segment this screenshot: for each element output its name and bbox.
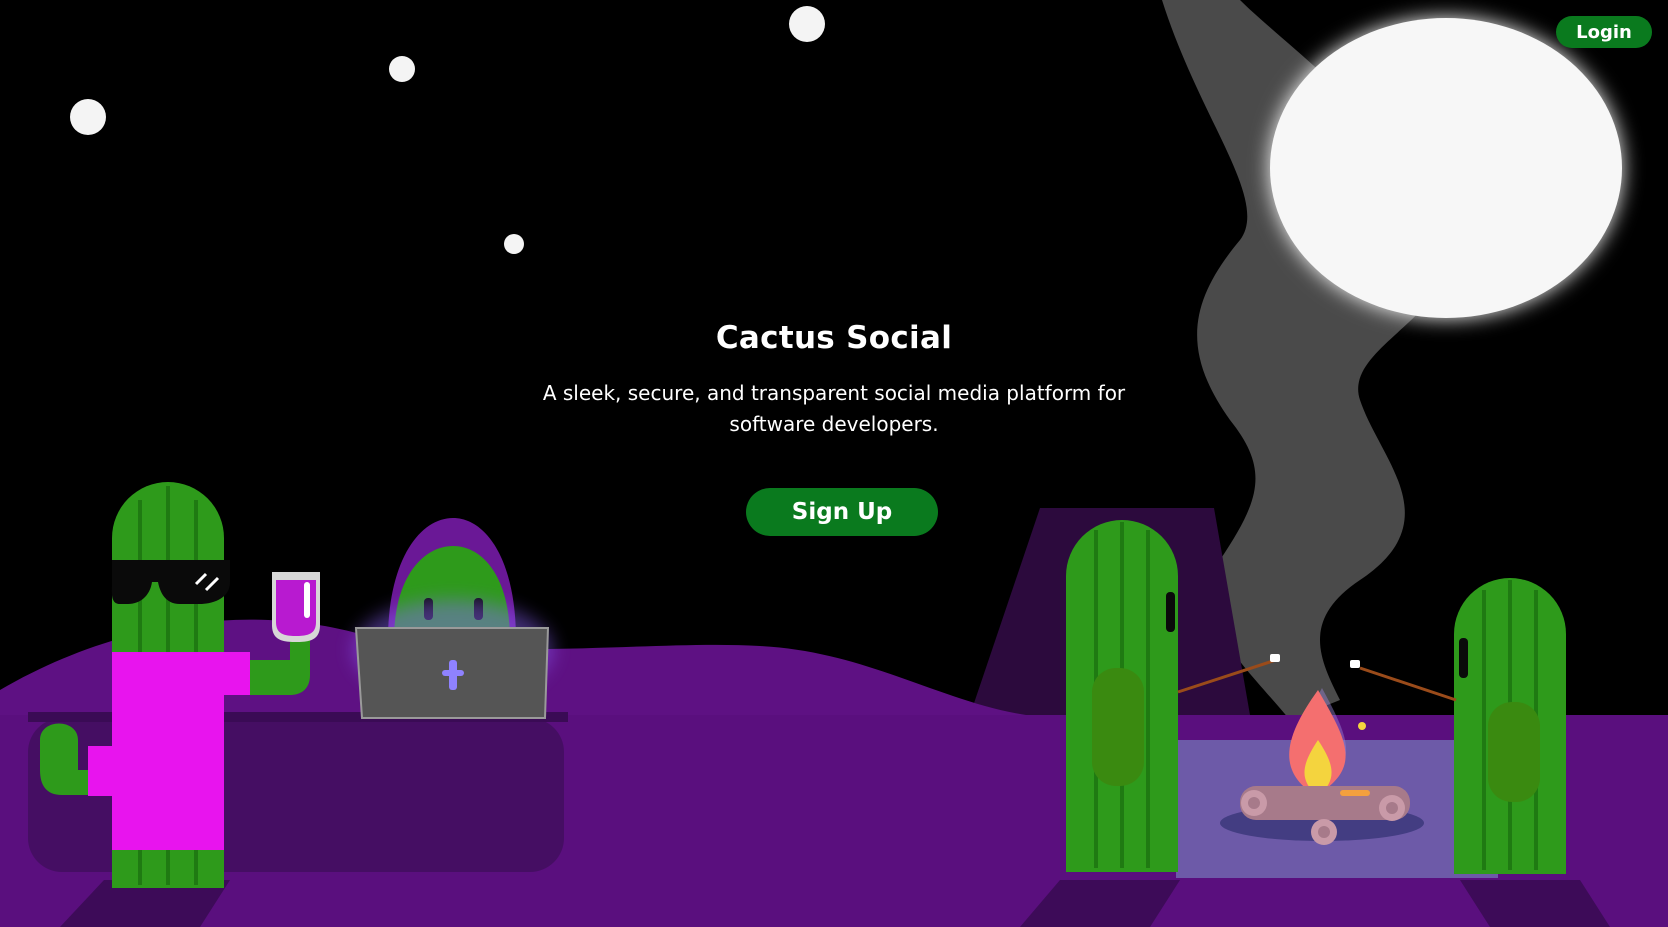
star-icon	[70, 99, 106, 135]
hooded-cactus-with-laptop	[353, 518, 553, 719]
star-icon	[789, 6, 825, 42]
star-icon	[504, 234, 524, 254]
star-icon	[389, 56, 415, 82]
signup-button[interactable]: Sign Up	[746, 488, 938, 536]
drink-glass-icon	[272, 572, 320, 642]
right-campfire-cactus	[1454, 578, 1566, 874]
left-campfire-cactus	[1066, 520, 1178, 872]
moon	[1270, 18, 1622, 318]
site-tagline: A sleek, secure, and transparent social …	[542, 381, 1126, 436]
sunglasses-icon	[111, 560, 230, 604]
desert-night-scene	[0, 0, 1668, 927]
landing-page: Login Cactus Social A sleek, secure, and…	[0, 0, 1668, 927]
laptop-icon	[354, 627, 550, 719]
hero-section: Cactus Social A sleek, secure, and trans…	[534, 320, 1134, 440]
login-button[interactable]: Login	[1556, 16, 1652, 48]
stars	[70, 6, 825, 254]
site-title: Cactus Social	[715, 320, 953, 356]
